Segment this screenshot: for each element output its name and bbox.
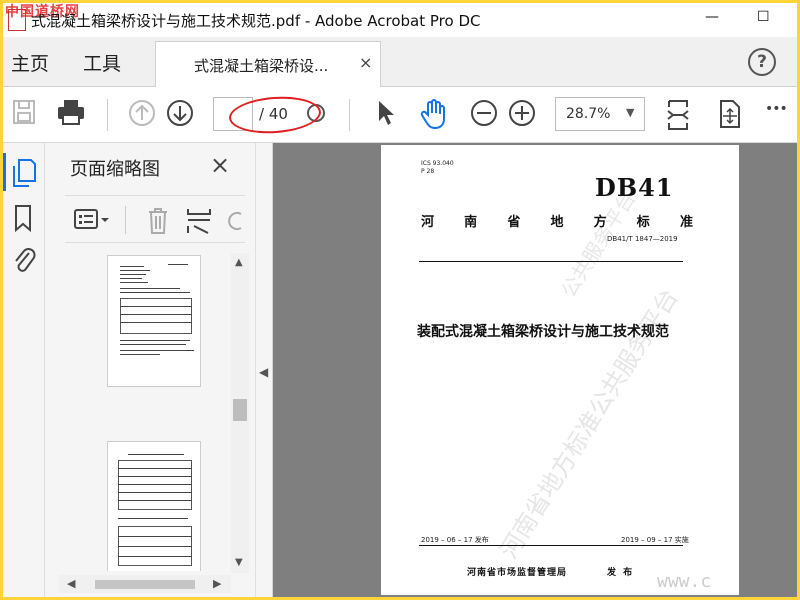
document-viewport[interactable]: 河南省地方标准公共服务平台 公共服务平台 ICS 93.040 P 28 DB4… — [273, 143, 797, 597]
footer-rule — [419, 545, 683, 546]
zoom-value: 28.7% — [566, 106, 611, 122]
toolbar: / 40 28.7% ▼ ••• — [3, 87, 797, 143]
thumbnail-list: 19 — [45, 251, 228, 571]
scroll-up-icon[interactable]: ▲ — [235, 257, 243, 268]
select-cursor-icon[interactable] — [373, 97, 397, 129]
scrollbar-thumb[interactable] — [233, 399, 247, 421]
thumbnail-options-icon[interactable] — [73, 206, 113, 234]
bookmarks-icon[interactable] — [11, 203, 35, 233]
menu-bar: 主页 工具 式混凝土箱梁桥设... × ? — [3, 37, 797, 87]
maximize-button[interactable]: ☐ — [757, 9, 770, 25]
extract-page-icon[interactable] — [185, 206, 213, 236]
thumbnail-horizontal-scrollbar[interactable]: ◀ ▶ — [59, 575, 231, 593]
scroll-left-icon[interactable]: ◀ — [67, 577, 75, 590]
collapse-arrow-icon: ◀ — [259, 365, 269, 379]
zoom-select[interactable]: 28.7% ▼ — [555, 97, 645, 131]
document-tab[interactable]: 式混凝土箱梁桥设... × — [155, 41, 381, 87]
toolbar-divider — [349, 99, 350, 131]
hand-tool-icon[interactable] — [419, 97, 449, 131]
zoom-in-icon[interactable] — [507, 97, 537, 129]
panel-divider — [125, 206, 126, 234]
document-tab-label: 式混凝土箱梁桥设... — [194, 57, 329, 75]
document-page: 河南省地方标准公共服务平台 公共服务平台 ICS 93.040 P 28 DB4… — [381, 145, 739, 595]
panel-close-icon[interactable]: × — [210, 151, 230, 179]
scroll-right-icon[interactable]: ▶ — [213, 577, 221, 590]
thumbnails-panel: 页面缩略图 × ▲ ▼ ◀ ▶ — [45, 143, 255, 597]
header-rule — [419, 261, 683, 262]
help-icon[interactable]: ? — [748, 48, 776, 76]
menu-tools[interactable]: 工具 — [83, 49, 121, 76]
print-icon[interactable] — [55, 97, 87, 127]
standard-code: DB41 — [595, 173, 674, 202]
standard-number: DB41/T 1847—2019 — [607, 235, 678, 243]
horizontal-scrollbar-thumb[interactable] — [95, 580, 195, 589]
delete-page-icon[interactable] — [145, 206, 171, 236]
tab-close-icon[interactable]: × — [359, 53, 372, 72]
publish-date: 2019 – 06 – 17 发布 — [421, 536, 489, 544]
toolbar-divider — [107, 99, 108, 131]
minimize-button[interactable]: — — [705, 9, 719, 25]
ics-code: ICS 93.040 P 28 — [421, 160, 454, 175]
panel-title: 页面缩略图 — [70, 159, 160, 180]
page-thumbnail-19[interactable] — [107, 255, 201, 387]
chevron-down-icon: ▼ — [626, 106, 635, 119]
standard-heading: 河 南 省 地 方 标 准 — [421, 215, 693, 230]
page-thumbnail-20[interactable] — [107, 441, 201, 571]
next-page-icon[interactable] — [165, 97, 195, 129]
zoom-out-icon[interactable] — [469, 97, 499, 129]
panel-toolbar — [65, 195, 245, 243]
fit-page-icon[interactable] — [665, 97, 691, 133]
document-title: 装配式混凝土箱梁桥设计与施工技术规范 — [417, 324, 669, 340]
panel-collapse-handle[interactable]: ◀ — [255, 143, 273, 597]
navigation-rail — [3, 143, 45, 597]
title-bar: 中国道桥网 式混凝土箱梁桥设计与施工技术规范.pdf - Adobe Acrob… — [3, 3, 797, 37]
rotate-page-icon[interactable] — [225, 206, 245, 236]
scroll-down-icon[interactable]: ▼ — [235, 557, 243, 568]
attachments-icon[interactable] — [11, 245, 37, 277]
window-title: 式混凝土箱梁桥设计与施工技术规范.pdf - Adobe Acrobat Pro… — [31, 12, 481, 30]
more-tools-icon[interactable]: ••• — [765, 101, 788, 117]
site-url-watermark: www.c — [657, 571, 712, 592]
menu-home[interactable]: 主页 — [11, 49, 49, 76]
issue-label: 发 布 — [607, 568, 635, 578]
thumbnail-vertical-scrollbar[interactable]: ▲ ▼ — [231, 253, 249, 573]
active-indicator — [3, 153, 6, 191]
issuing-authority: 河南省市场监督管理局 — [467, 568, 568, 578]
save-icon[interactable] — [11, 97, 37, 127]
implement-date: 2019 – 09 – 17 实施 — [621, 536, 689, 544]
app-window: 中国道桥网 式混凝土箱梁桥设计与施工技术规范.pdf - Adobe Acrob… — [3, 3, 797, 597]
previous-page-icon[interactable] — [127, 97, 157, 129]
page-thumbnails-icon[interactable] — [11, 157, 37, 189]
page-watermark-top: 公共服务平台 — [556, 187, 641, 302]
rotate-view-icon[interactable] — [715, 97, 743, 131]
